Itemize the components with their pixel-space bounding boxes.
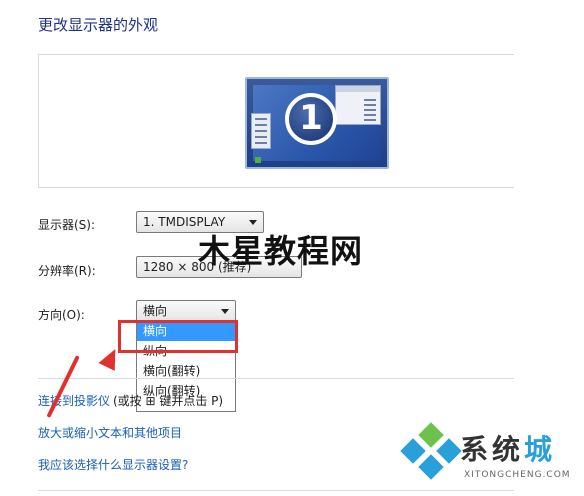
display-preview: 1 <box>38 54 514 188</box>
logo-diamond-blue <box>436 438 462 464</box>
display-label: 显示器(S): <box>38 218 96 232</box>
chevron-down-icon <box>249 220 257 225</box>
text-size-link[interactable]: 放大或缩小文本和其他项目 <box>38 424 182 441</box>
page-title: 更改显示器的外观 <box>38 16 159 34</box>
orientation-select-value: 横向 <box>143 304 168 318</box>
connect-projector-link[interactable]: 连接到投影仪 <box>38 392 110 409</box>
logo-diamond-green <box>418 422 444 448</box>
chevron-down-icon <box>221 309 229 314</box>
start-button-icon <box>255 157 261 163</box>
separator-bottom <box>38 490 514 491</box>
watermark-text: 木星教程网 <box>198 232 364 270</box>
resolution-label: 分辨率(R): <box>38 264 96 278</box>
orientation-select[interactable]: 横向 <box>136 300 236 322</box>
window-thumbnail-left <box>251 113 271 149</box>
window-thumbnail-right <box>335 85 381 125</box>
monitor-number-badge: 1 <box>285 93 337 145</box>
annotation-highlight-box <box>118 320 238 353</box>
separator <box>38 378 514 379</box>
display-settings-help-link[interactable]: 我应该选择什么显示器设置? <box>38 456 188 473</box>
brand-url: XITONGCHENG.COM <box>464 470 571 480</box>
orientation-label: 方向(O): <box>38 308 85 322</box>
logo-diamond-blue <box>400 438 426 464</box>
monitor-icon[interactable]: 1 <box>245 77 389 169</box>
logo-diamond-blue <box>418 454 444 480</box>
brand-name: 系统城 <box>460 433 557 466</box>
connect-projector-hint: (或按 ⊞ 键并点击 P) <box>113 394 224 408</box>
brand-logo: 系统城 XITONGCHENG.COM <box>394 422 580 488</box>
